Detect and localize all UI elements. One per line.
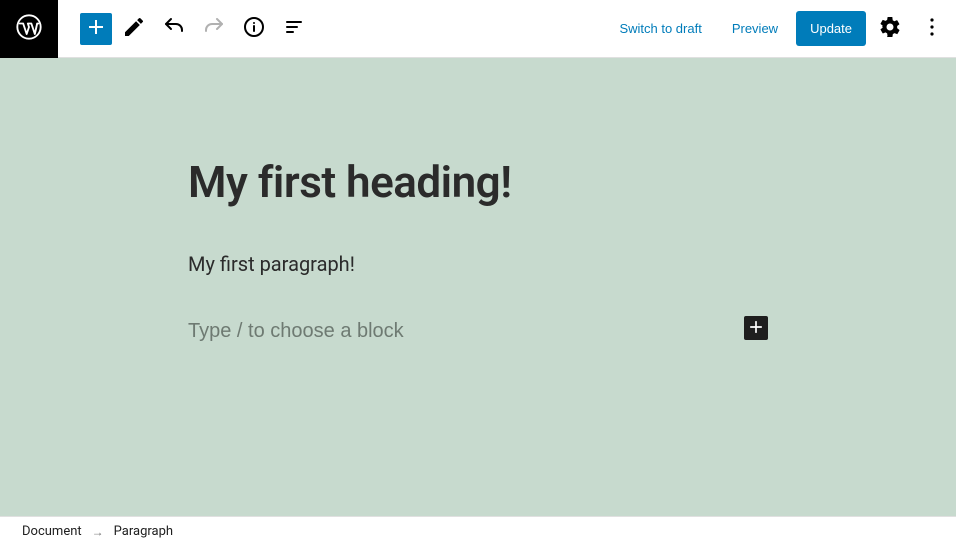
- plus-icon: [746, 317, 766, 340]
- info-icon: [242, 15, 266, 42]
- list-view-icon: [282, 15, 306, 42]
- wordpress-icon: [15, 13, 43, 45]
- wordpress-logo-button[interactable]: [0, 0, 58, 58]
- arrow-right-icon: →: [92, 525, 104, 539]
- gear-icon: [878, 15, 902, 42]
- app-root: Switch to draft Preview Update My first …: [0, 0, 956, 546]
- undo-button[interactable]: [156, 11, 192, 47]
- block-breadcrumb: Document → Paragraph: [0, 516, 956, 546]
- settings-button[interactable]: [872, 11, 908, 47]
- pencil-icon: [122, 15, 146, 42]
- post-content: My first heading! My first paragraph!: [168, 58, 788, 383]
- switch-to-draft-button[interactable]: Switch to draft: [607, 13, 713, 44]
- tool-group: [80, 11, 312, 47]
- outline-button[interactable]: [276, 11, 312, 47]
- toolbar-left: [0, 0, 312, 57]
- post-title[interactable]: My first heading!: [188, 156, 768, 208]
- more-vertical-icon: [920, 15, 944, 42]
- canvas-wrap: My first heading! My first paragraph! Do…: [0, 58, 956, 546]
- options-button[interactable]: [914, 11, 950, 47]
- update-button[interactable]: Update: [796, 11, 866, 46]
- breadcrumb-root[interactable]: Document: [22, 524, 82, 539]
- breadcrumb-current[interactable]: Paragraph: [114, 524, 173, 539]
- block-inserter-button[interactable]: [80, 13, 112, 45]
- empty-block: [188, 320, 768, 343]
- inline-inserter-button[interactable]: [744, 316, 768, 340]
- editor-canvas[interactable]: My first heading! My first paragraph!: [0, 58, 956, 516]
- plus-icon: [84, 15, 108, 42]
- redo-button[interactable]: [196, 11, 232, 47]
- preview-button[interactable]: Preview: [720, 13, 790, 44]
- block-placeholder-input[interactable]: [188, 320, 768, 343]
- undo-icon: [162, 15, 186, 42]
- redo-icon: [202, 15, 226, 42]
- paragraph-block[interactable]: My first paragraph!: [188, 252, 768, 276]
- toolbar-right: Switch to draft Preview Update: [607, 11, 956, 47]
- details-button[interactable]: [236, 11, 272, 47]
- editor-toolbar: Switch to draft Preview Update: [0, 0, 956, 58]
- tools-button[interactable]: [116, 11, 152, 47]
